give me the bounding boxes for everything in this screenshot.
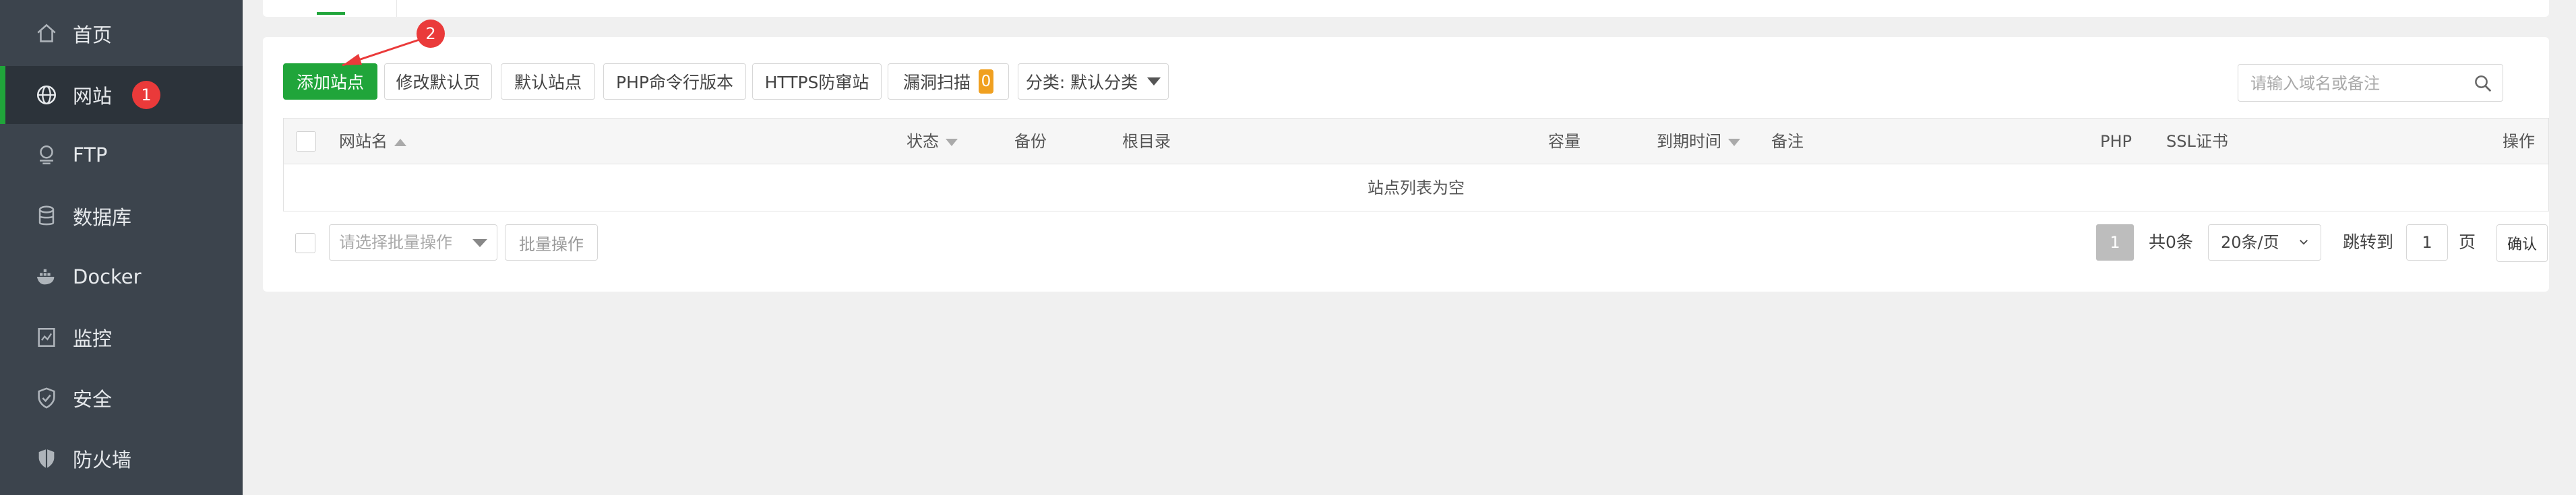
sidebar-item-label: 首页: [73, 24, 113, 46]
home-icon: [37, 24, 56, 42]
sort-down-icon: [1728, 138, 1740, 146]
add-site-label: 添加站点: [296, 73, 364, 92]
https-protection-button[interactable]: HTTPS防窜站: [752, 63, 882, 100]
column-backup: 备份: [1014, 119, 1047, 164]
column-ssl: SSL证书: [2166, 119, 2228, 164]
sort-down-icon: [946, 138, 958, 146]
vuln-scan-label: 漏洞扫描: [902, 73, 971, 92]
column-label: SSL证书: [2166, 132, 2228, 151]
caret-down-icon: [1147, 77, 1161, 86]
site-table: 网站名 状态 备份 根目录 容量 到期时间 备注 PHP SSL证书 操作 站点…: [283, 118, 2549, 211]
active-tab-indicator: [317, 12, 345, 15]
select-all-checkbox[interactable]: [296, 131, 316, 152]
page-current[interactable]: 1: [2096, 224, 2134, 261]
docker-icon: [36, 269, 55, 285]
search-input[interactable]: [2249, 70, 2474, 97]
sidebar-item-website[interactable]: 网站 1: [0, 66, 243, 124]
tab-divider: [396, 0, 397, 17]
confirm-label: 确认: [2507, 236, 2537, 253]
sidebar-item-label: 监控: [73, 327, 113, 350]
shield-check-icon: [38, 387, 55, 409]
column-label: 到期时间: [1657, 132, 1721, 151]
sidebar-item-monitor[interactable]: 监控: [0, 308, 243, 366]
sidebar-item-security[interactable]: 安全: [0, 369, 243, 427]
sort-up-icon: [394, 138, 406, 146]
category-label: 分类: 默认分类: [1025, 73, 1138, 92]
column-label: 网站名: [339, 132, 388, 151]
category-select[interactable]: 分类: 默认分类: [1018, 63, 1169, 100]
column-label: 操作: [2503, 132, 2535, 151]
page-jump-input[interactable]: 1: [2406, 224, 2448, 261]
column-label: 备注: [1771, 132, 1804, 151]
batch-select-checkbox[interactable]: [295, 233, 315, 253]
search-field[interactable]: [2238, 64, 2503, 102]
sidebar-item-label: Docker: [73, 265, 142, 288]
sidebar: 首页 网站 1 FTP 数据库 Docker 监控 安全 防火墙: [0, 0, 243, 495]
table-header: 网站名 状态 备份 根目录 容量 到期时间 备注 PHP SSL证书 操作: [284, 119, 2548, 164]
column-status[interactable]: 状态: [907, 119, 958, 164]
column-actions: 操作: [2503, 119, 2535, 164]
batch-action-placeholder: 请选择批量操作: [339, 233, 452, 252]
jump-to-label: 跳转到: [2343, 232, 2394, 252]
sidebar-item-label: 防火墙: [73, 449, 132, 471]
sidebar-item-database[interactable]: 数据库: [0, 187, 243, 245]
sidebar-item-home[interactable]: 首页: [0, 5, 243, 63]
sidebar-item-label: 安全: [73, 388, 113, 411]
vuln-scan-button[interactable]: 漏洞扫描 0: [888, 63, 1009, 100]
caret-down-icon: [472, 239, 487, 247]
modify-default-page-button[interactable]: 修改默认页: [384, 63, 492, 100]
column-label: 状态: [907, 132, 939, 151]
column-label: PHP: [2100, 132, 2132, 151]
https-protection-label: HTTPS防窜站: [764, 73, 869, 92]
batch-action-button[interactable]: 批量操作: [505, 224, 598, 261]
add-site-button[interactable]: 添加站点: [283, 63, 377, 100]
sidebar-item-ftp[interactable]: FTP: [0, 126, 243, 184]
sidebar-item-label: 网站: [73, 85, 113, 108]
vuln-count-badge: 0: [979, 69, 993, 94]
column-label: 根目录: [1122, 132, 1171, 151]
column-php: PHP: [2100, 119, 2132, 164]
sidebar-item-firewall[interactable]: 防火墙: [0, 430, 243, 488]
php-cli-version-label: PHP命令行版本: [616, 73, 733, 92]
sidebar-item-label: FTP: [73, 143, 108, 166]
chevron-down-icon: [2300, 240, 2308, 245]
sidebar-item-docker[interactable]: Docker: [0, 248, 243, 306]
column-remark: 备注: [1771, 119, 1804, 164]
top-tab-panel: [263, 0, 2549, 17]
total-count: 共0条: [2149, 232, 2193, 252]
step-1-marker: 1: [132, 81, 160, 109]
page-unit-label: 页: [2459, 232, 2476, 252]
ftp-icon: [40, 145, 53, 165]
empty-state-text: 站点列表为空: [1368, 178, 1465, 197]
globe-icon: [36, 85, 57, 105]
sidebar-item-label: 数据库: [73, 206, 132, 229]
firewall-shield-icon: [38, 449, 55, 469]
column-capacity: 容量: [1548, 119, 1581, 164]
column-label: 容量: [1548, 132, 1581, 151]
column-label: 备份: [1014, 132, 1047, 151]
default-site-button[interactable]: 默认站点: [501, 63, 595, 100]
monitor-icon: [38, 327, 55, 348]
default-site-label: 默认站点: [514, 73, 582, 92]
column-root-dir: 根目录: [1122, 119, 1171, 164]
column-expire-time[interactable]: 到期时间: [1657, 119, 1740, 164]
batch-action-select[interactable]: 请选择批量操作: [329, 224, 497, 261]
per-page-select[interactable]: 20条/页: [2208, 224, 2321, 261]
confirm-jump-button[interactable]: 确认: [2496, 224, 2548, 262]
php-cli-version-button[interactable]: PHP命令行版本: [603, 63, 746, 100]
column-site-name[interactable]: 网站名: [339, 119, 406, 164]
database-icon: [38, 205, 55, 226]
step-2-marker: 2: [417, 20, 445, 48]
batch-action-label: 批量操作: [519, 234, 584, 254]
per-page-label: 20条/页: [2221, 233, 2279, 252]
search-icon[interactable]: [2473, 73, 2493, 94]
modify-default-page-label: 修改默认页: [396, 73, 481, 92]
